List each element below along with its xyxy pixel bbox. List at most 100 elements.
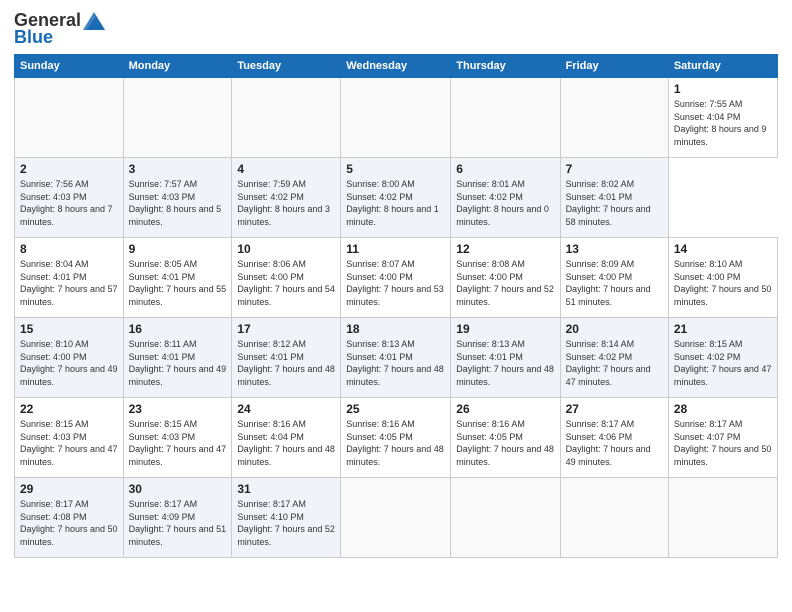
day-number: 5 [346, 162, 445, 176]
day-info: Sunrise: 8:16 AMSunset: 4:05 PMDaylight:… [456, 419, 554, 467]
day-number: 26 [456, 402, 554, 416]
calendar-table: SundayMondayTuesdayWednesdayThursdayFrid… [14, 54, 778, 558]
day-number: 24 [237, 402, 335, 416]
day-number: 20 [566, 322, 663, 336]
header: General Blue [14, 10, 778, 48]
day-number: 14 [674, 242, 772, 256]
day-of-week-header: Sunday [15, 55, 124, 78]
calendar-week-row: 15 Sunrise: 8:10 AMSunset: 4:00 PMDaylig… [15, 318, 778, 398]
day-info: Sunrise: 8:17 AMSunset: 4:10 PMDaylight:… [237, 499, 335, 547]
day-info: Sunrise: 8:16 AMSunset: 4:04 PMDaylight:… [237, 419, 335, 467]
day-info: Sunrise: 8:13 AMSunset: 4:01 PMDaylight:… [456, 339, 554, 387]
day-info: Sunrise: 8:10 AMSunset: 4:00 PMDaylight:… [20, 339, 118, 387]
calendar-day-cell: 2 Sunrise: 7:56 AMSunset: 4:03 PMDayligh… [15, 158, 124, 238]
calendar-day-cell [451, 478, 560, 558]
day-info: Sunrise: 7:56 AMSunset: 4:03 PMDaylight:… [20, 179, 113, 227]
day-number: 16 [129, 322, 227, 336]
day-number: 3 [129, 162, 227, 176]
calendar-body: 1 Sunrise: 7:55 AMSunset: 4:04 PMDayligh… [15, 78, 778, 558]
day-number: 7 [566, 162, 663, 176]
calendar-day-cell: 15 Sunrise: 8:10 AMSunset: 4:00 PMDaylig… [15, 318, 124, 398]
day-info: Sunrise: 8:06 AMSunset: 4:00 PMDaylight:… [237, 259, 335, 307]
day-number: 10 [237, 242, 335, 256]
calendar-day-cell: 23 Sunrise: 8:15 AMSunset: 4:03 PMDaylig… [123, 398, 232, 478]
day-number: 28 [674, 402, 772, 416]
day-info: Sunrise: 8:08 AMSunset: 4:00 PMDaylight:… [456, 259, 554, 307]
calendar-day-cell [560, 78, 668, 158]
day-number: 27 [566, 402, 663, 416]
logo-icon [83, 12, 105, 30]
day-info: Sunrise: 8:01 AMSunset: 4:02 PMDaylight:… [456, 179, 549, 227]
calendar-day-cell: 3 Sunrise: 7:57 AMSunset: 4:03 PMDayligh… [123, 158, 232, 238]
calendar-day-cell: 12 Sunrise: 8:08 AMSunset: 4:00 PMDaylig… [451, 238, 560, 318]
calendar-day-cell: 1 Sunrise: 7:55 AMSunset: 4:04 PMDayligh… [668, 78, 777, 158]
calendar-day-cell: 13 Sunrise: 8:09 AMSunset: 4:00 PMDaylig… [560, 238, 668, 318]
day-info: Sunrise: 7:59 AMSunset: 4:02 PMDaylight:… [237, 179, 330, 227]
day-number: 17 [237, 322, 335, 336]
day-info: Sunrise: 8:17 AMSunset: 4:08 PMDaylight:… [20, 499, 118, 547]
calendar-day-cell: 10 Sunrise: 8:06 AMSunset: 4:00 PMDaylig… [232, 238, 341, 318]
calendar-week-row: 8 Sunrise: 8:04 AMSunset: 4:01 PMDayligh… [15, 238, 778, 318]
calendar-day-cell [232, 78, 341, 158]
calendar-day-cell: 8 Sunrise: 8:04 AMSunset: 4:01 PMDayligh… [15, 238, 124, 318]
day-info: Sunrise: 8:12 AMSunset: 4:01 PMDaylight:… [237, 339, 335, 387]
day-number: 25 [346, 402, 445, 416]
day-of-week-header: Friday [560, 55, 668, 78]
calendar-day-cell [341, 478, 451, 558]
day-number: 2 [20, 162, 118, 176]
day-number: 6 [456, 162, 554, 176]
day-info: Sunrise: 8:10 AMSunset: 4:00 PMDaylight:… [674, 259, 772, 307]
calendar-day-cell: 30 Sunrise: 8:17 AMSunset: 4:09 PMDaylig… [123, 478, 232, 558]
calendar-day-cell [123, 78, 232, 158]
day-number: 12 [456, 242, 554, 256]
day-info: Sunrise: 8:17 AMSunset: 4:06 PMDaylight:… [566, 419, 651, 467]
day-number: 4 [237, 162, 335, 176]
day-info: Sunrise: 8:00 AMSunset: 4:02 PMDaylight:… [346, 179, 439, 227]
calendar-week-row: 22 Sunrise: 8:15 AMSunset: 4:03 PMDaylig… [15, 398, 778, 478]
calendar-day-cell: 16 Sunrise: 8:11 AMSunset: 4:01 PMDaylig… [123, 318, 232, 398]
day-number: 29 [20, 482, 118, 496]
calendar-day-cell [15, 78, 124, 158]
day-info: Sunrise: 8:13 AMSunset: 4:01 PMDaylight:… [346, 339, 444, 387]
day-info: Sunrise: 8:15 AMSunset: 4:03 PMDaylight:… [129, 419, 227, 467]
calendar-day-cell: 26 Sunrise: 8:16 AMSunset: 4:05 PMDaylig… [451, 398, 560, 478]
calendar-day-cell: 9 Sunrise: 8:05 AMSunset: 4:01 PMDayligh… [123, 238, 232, 318]
day-number: 13 [566, 242, 663, 256]
calendar-day-cell: 4 Sunrise: 7:59 AMSunset: 4:02 PMDayligh… [232, 158, 341, 238]
day-of-week-header: Tuesday [232, 55, 341, 78]
calendar-day-cell: 27 Sunrise: 8:17 AMSunset: 4:06 PMDaylig… [560, 398, 668, 478]
calendar-day-cell: 22 Sunrise: 8:15 AMSunset: 4:03 PMDaylig… [15, 398, 124, 478]
day-info: Sunrise: 8:16 AMSunset: 4:05 PMDaylight:… [346, 419, 444, 467]
calendar-day-cell: 18 Sunrise: 8:13 AMSunset: 4:01 PMDaylig… [341, 318, 451, 398]
calendar-page: General Blue SundayMondayTuesdayWednesda… [0, 0, 792, 612]
day-number: 9 [129, 242, 227, 256]
day-number: 18 [346, 322, 445, 336]
day-number: 23 [129, 402, 227, 416]
day-info: Sunrise: 8:07 AMSunset: 4:00 PMDaylight:… [346, 259, 444, 307]
calendar-day-cell [560, 478, 668, 558]
day-info: Sunrise: 8:15 AMSunset: 4:02 PMDaylight:… [674, 339, 772, 387]
calendar-day-cell: 21 Sunrise: 8:15 AMSunset: 4:02 PMDaylig… [668, 318, 777, 398]
day-number: 1 [674, 82, 772, 96]
day-info: Sunrise: 8:17 AMSunset: 4:09 PMDaylight:… [129, 499, 227, 547]
calendar-day-cell: 25 Sunrise: 8:16 AMSunset: 4:05 PMDaylig… [341, 398, 451, 478]
day-info: Sunrise: 8:17 AMSunset: 4:07 PMDaylight:… [674, 419, 772, 467]
calendar-week-row: 1 Sunrise: 7:55 AMSunset: 4:04 PMDayligh… [15, 78, 778, 158]
calendar-day-cell: 11 Sunrise: 8:07 AMSunset: 4:00 PMDaylig… [341, 238, 451, 318]
day-info: Sunrise: 8:15 AMSunset: 4:03 PMDaylight:… [20, 419, 118, 467]
day-of-week-header: Monday [123, 55, 232, 78]
calendar-day-cell: 7 Sunrise: 8:02 AMSunset: 4:01 PMDayligh… [560, 158, 668, 238]
calendar-header-row: SundayMondayTuesdayWednesdayThursdayFrid… [15, 55, 778, 78]
day-info: Sunrise: 8:04 AMSunset: 4:01 PMDaylight:… [20, 259, 118, 307]
day-number: 30 [129, 482, 227, 496]
day-number: 15 [20, 322, 118, 336]
calendar-day-cell: 28 Sunrise: 8:17 AMSunset: 4:07 PMDaylig… [668, 398, 777, 478]
calendar-day-cell [451, 78, 560, 158]
day-number: 21 [674, 322, 772, 336]
calendar-day-cell: 17 Sunrise: 8:12 AMSunset: 4:01 PMDaylig… [232, 318, 341, 398]
logo-blue-text: Blue [14, 27, 53, 48]
day-info: Sunrise: 8:02 AMSunset: 4:01 PMDaylight:… [566, 179, 651, 227]
day-info: Sunrise: 8:14 AMSunset: 4:02 PMDaylight:… [566, 339, 651, 387]
day-number: 22 [20, 402, 118, 416]
day-info: Sunrise: 7:57 AMSunset: 4:03 PMDaylight:… [129, 179, 222, 227]
